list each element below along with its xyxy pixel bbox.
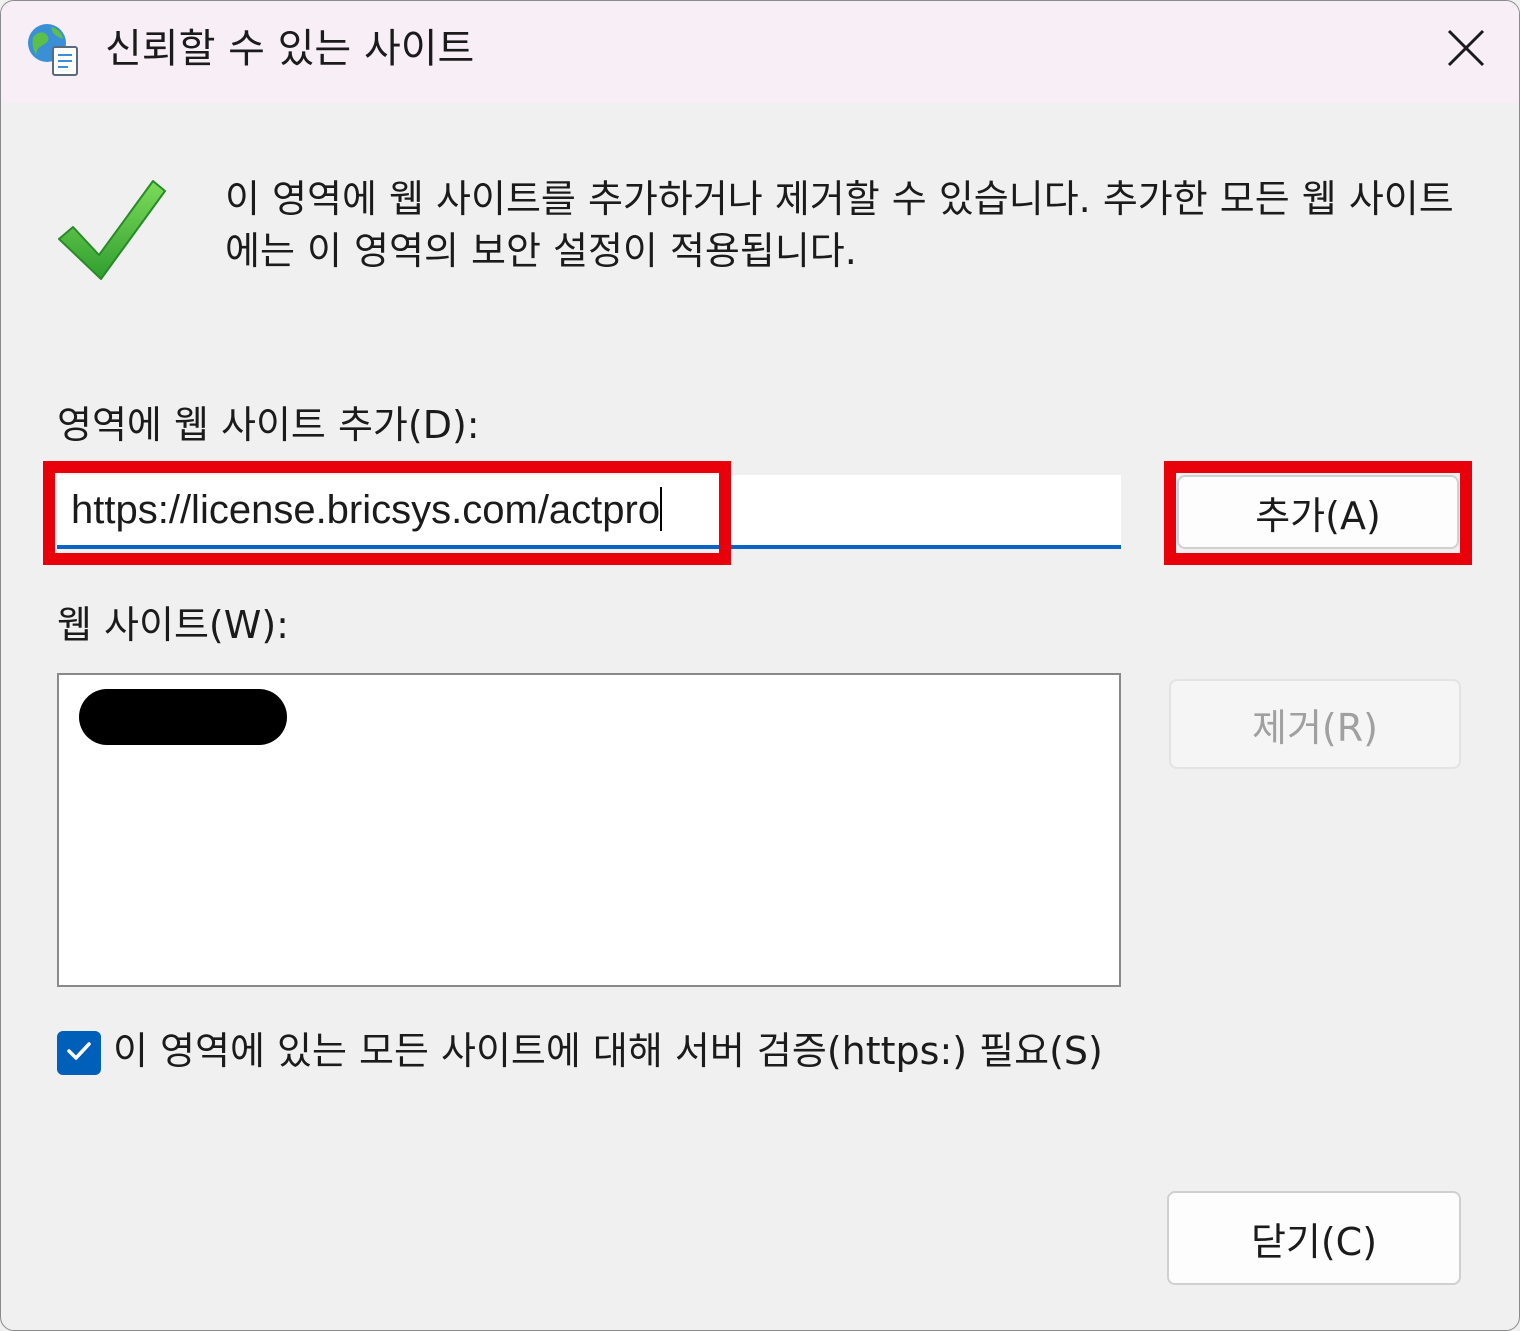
- add-button[interactable]: 추가(A): [1177, 475, 1459, 549]
- trusted-sites-dialog: 신뢰할 수 있는 사이트 이 영역에 웹 사이트를 추가하거나 제거할 수 있습…: [0, 0, 1520, 1331]
- globe-sites-icon: [25, 21, 83, 79]
- checkmark-small-icon: [64, 1036, 94, 1070]
- remove-button[interactable]: 제거(R): [1169, 679, 1461, 769]
- sites-list-label: 웹 사이트(W):: [57, 603, 289, 647]
- remove-button-label: 제거(R): [1252, 705, 1378, 750]
- add-site-input-value: https://license.bricsys.com/actpro: [71, 488, 661, 532]
- checkmark-icon: [53, 171, 173, 291]
- title-bar: 신뢰할 수 있는 사이트: [1, 1, 1519, 103]
- require-https-checkbox[interactable]: [57, 1031, 101, 1075]
- close-window-button[interactable]: [1421, 13, 1511, 87]
- text-caret: [660, 487, 663, 531]
- redacted-site-entry: [79, 689, 287, 745]
- close-button-label: 닫기(C): [1250, 1219, 1378, 1264]
- add-button-label: 추가(A): [1255, 493, 1381, 538]
- zone-description: 이 영역에 웹 사이트를 추가하거나 제거할 수 있습니다. 추가한 모든 웹 …: [225, 177, 1454, 273]
- list-item[interactable]: [79, 689, 287, 745]
- close-button[interactable]: 닫기(C): [1167, 1191, 1461, 1285]
- require-https-label[interactable]: 이 영역에 있는 모든 사이트에 대해 서버 검증(https:) 필요(S): [113, 1027, 1103, 1075]
- add-site-label: 영역에 웹 사이트 추가(D):: [57, 403, 480, 447]
- close-icon: [1446, 28, 1486, 72]
- add-site-input[interactable]: https://license.bricsys.com/actpro: [57, 475, 1121, 549]
- window-title: 신뢰할 수 있는 사이트: [105, 26, 475, 72]
- sites-list[interactable]: [57, 673, 1121, 987]
